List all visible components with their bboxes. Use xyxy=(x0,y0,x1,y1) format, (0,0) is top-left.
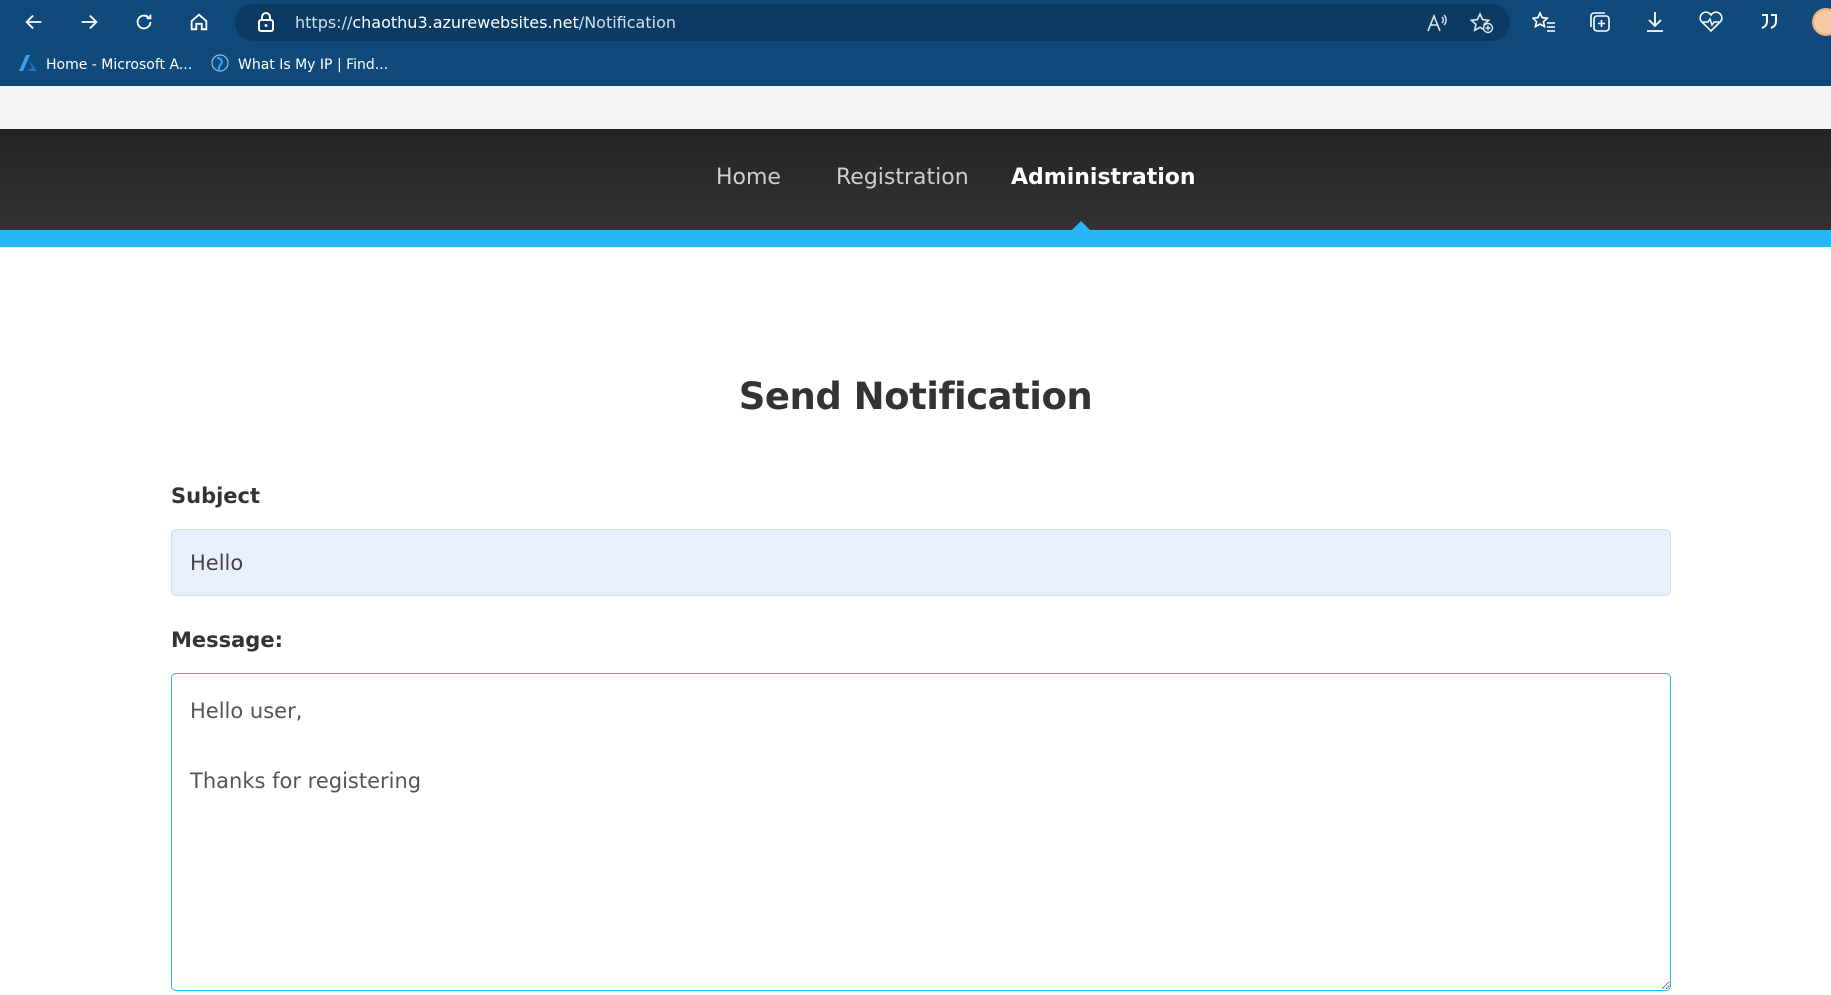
url-text[interactable]: https://chaothu3.azurewebsites.net/Notif… xyxy=(295,13,676,32)
home-icon[interactable] xyxy=(183,6,215,38)
lock-icon[interactable] xyxy=(257,12,275,37)
feedback-quote-icon[interactable] xyxy=(1753,6,1785,38)
back-icon[interactable] xyxy=(18,6,50,38)
forward-icon[interactable] xyxy=(73,6,105,38)
nav-accent-bar xyxy=(0,230,1831,247)
add-favorite-icon[interactable] xyxy=(1469,10,1495,36)
url-scheme: https:// xyxy=(295,13,353,32)
read-aloud-icon[interactable] xyxy=(1424,10,1450,36)
nav-item-home[interactable]: Home xyxy=(716,165,781,190)
subject-input[interactable] xyxy=(171,529,1671,596)
favorite-label: Home - Microsoft A... xyxy=(46,57,193,73)
favorite-label: What Is My IP | Find... xyxy=(238,57,389,73)
favorite-item-whatismyip[interactable]: What Is My IP | Find... xyxy=(210,52,388,78)
favorites-bar: Home - Microsoft A... What Is My IP | Fi… xyxy=(0,44,1831,86)
nav-item-administration[interactable]: Administration xyxy=(1011,165,1196,190)
active-nav-indicator xyxy=(1071,221,1091,231)
profile-avatar[interactable] xyxy=(1812,8,1831,36)
address-bar[interactable]: https://chaothu3.azurewebsites.net/Notif… xyxy=(235,4,1510,41)
browser-toolbar: https://chaothu3.azurewebsites.net/Notif… xyxy=(0,0,1831,44)
collections-icon[interactable] xyxy=(1584,6,1616,38)
azure-icon xyxy=(18,54,38,76)
url-path: /Notification xyxy=(578,13,676,32)
page-top-strip xyxy=(0,86,1831,129)
nav-item-registration[interactable]: Registration xyxy=(836,165,969,190)
message-label: Message: xyxy=(171,628,283,652)
url-host: chaothu3.azurewebsites.net xyxy=(352,13,579,32)
message-textarea[interactable]: Hello user, Thanks for registering xyxy=(171,673,1671,991)
download-icon[interactable] xyxy=(1639,6,1671,38)
whatismyip-icon xyxy=(210,53,230,77)
refresh-icon[interactable] xyxy=(128,6,160,38)
subject-label: Subject xyxy=(171,484,261,508)
page-title: Send Notification xyxy=(738,375,1093,418)
favorite-item-azure[interactable]: Home - Microsoft A... xyxy=(18,52,192,78)
browser-essentials-icon[interactable] xyxy=(1695,6,1727,38)
favorites-icon[interactable] xyxy=(1528,6,1560,38)
